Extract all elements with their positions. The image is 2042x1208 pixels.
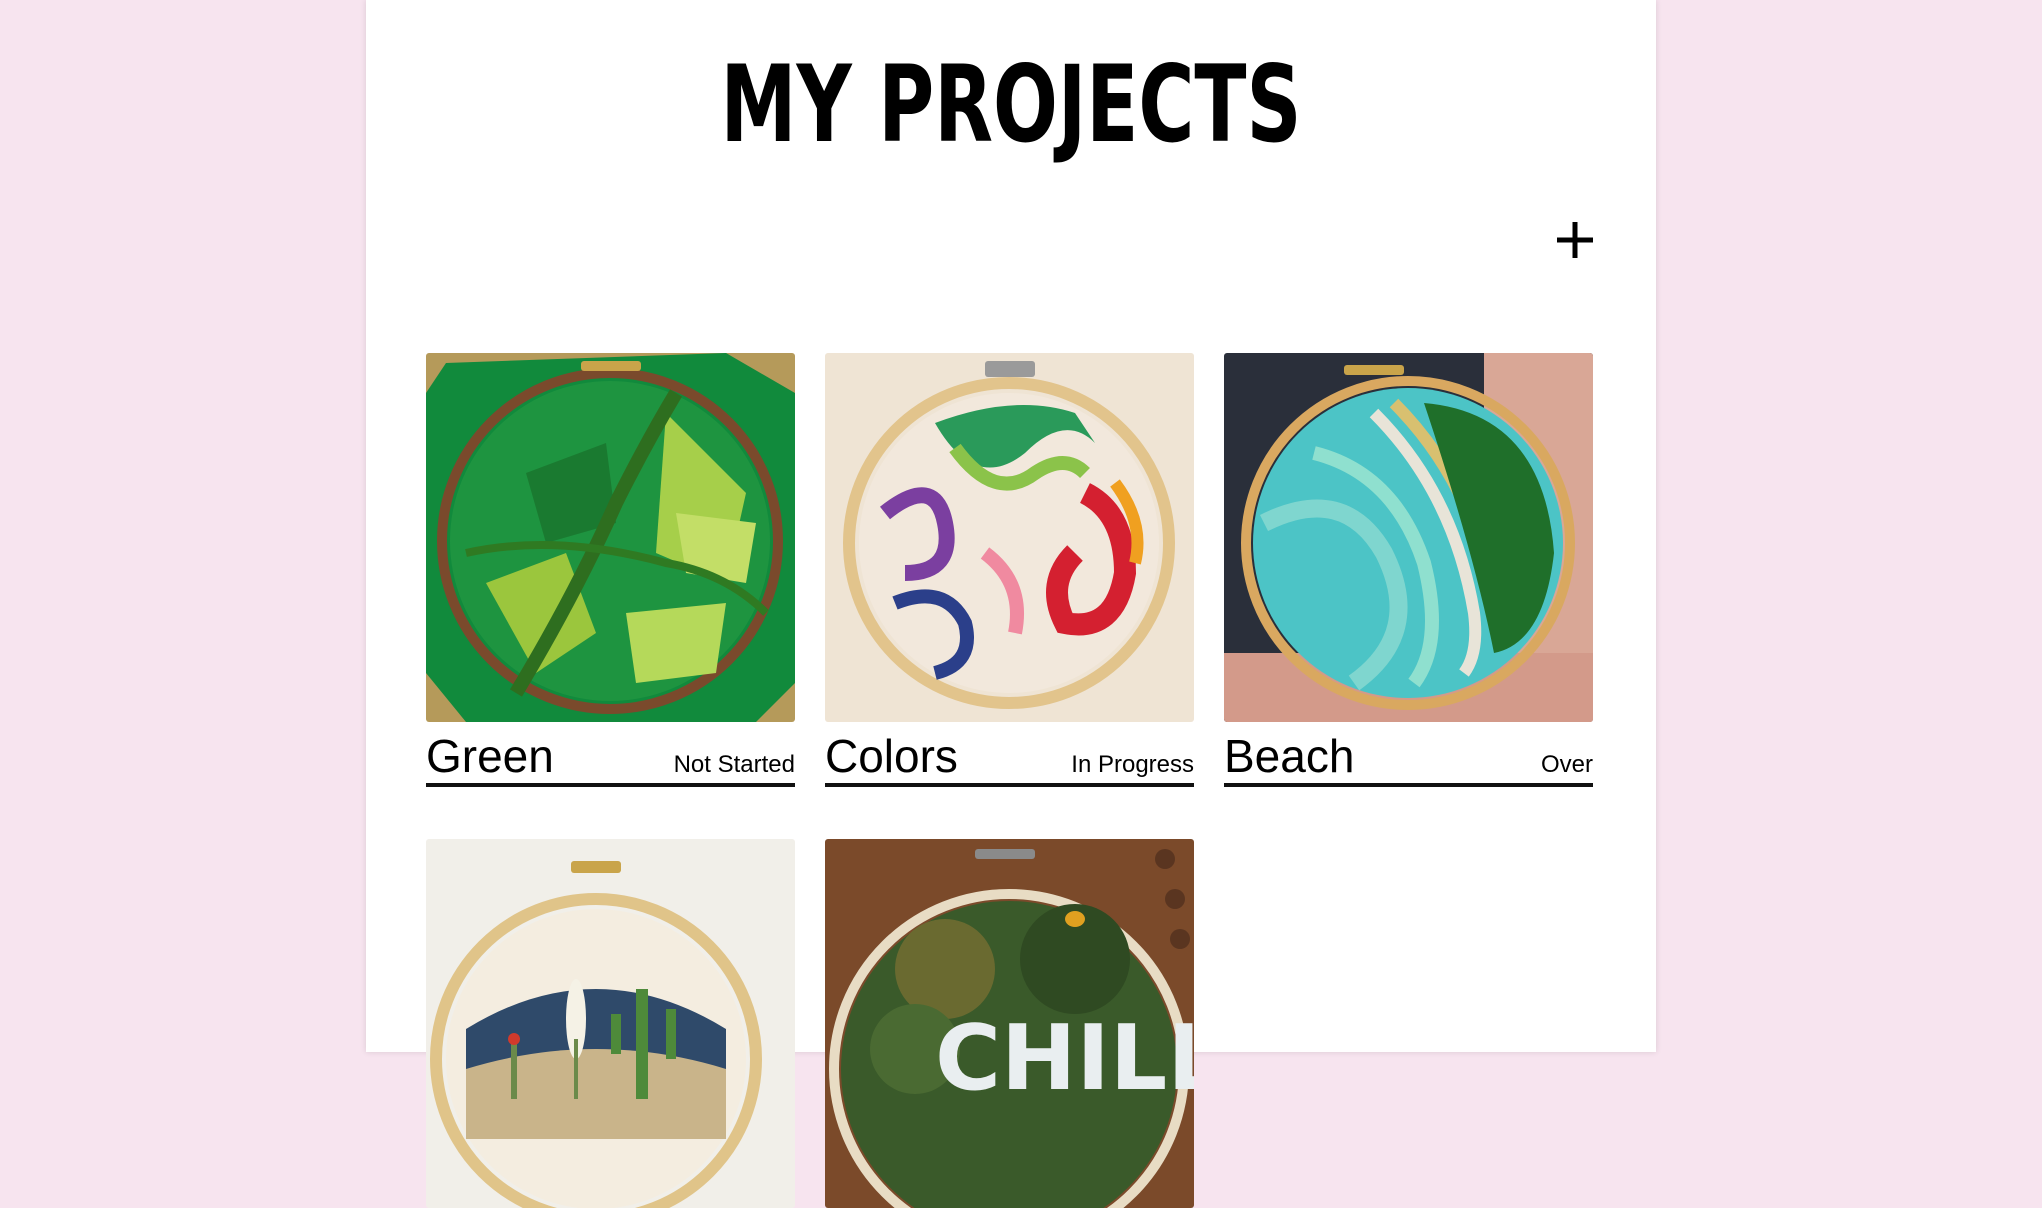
project-card[interactable]: Green Not Started [426,353,795,787]
project-status: Not Started [673,751,795,778]
project-meta: Beach Over [1224,731,1593,787]
svg-text:CHILL: CHILL [935,1006,1194,1111]
project-card[interactable]: CHILL [825,839,1194,1208]
project-card[interactable]: Beach Over [1224,353,1593,787]
projects-panel: MY PROJECTS Green Not Started Colors In … [366,0,1656,1208]
project-card[interactable] [426,839,795,1208]
project-name: Colors [825,730,958,782]
project-thumbnail-desert[interactable] [426,839,795,1208]
page-title: MY PROJECTS [720,43,1302,166]
project-meta: Colors In Progress [825,731,1194,787]
project-name: Green [426,730,554,782]
project-thumbnail-green[interactable] [426,353,795,722]
project-status: In Progress [1071,751,1194,778]
project-thumbnail-chill[interactable]: CHILL [825,839,1194,1208]
project-card[interactable]: Colors In Progress [825,353,1194,787]
project-name: Beach [1224,730,1355,782]
plus-icon [1557,222,1593,258]
project-thumbnail-colors[interactable] [825,353,1194,722]
project-status: Over [1540,751,1593,778]
add-project-button[interactable] [1553,218,1597,262]
project-thumbnail-beach[interactable] [1224,353,1593,722]
project-meta: Green Not Started [426,731,795,787]
